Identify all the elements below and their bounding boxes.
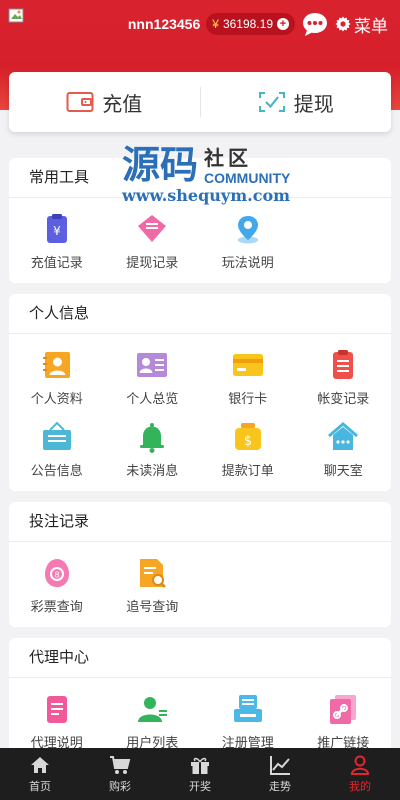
profile-item[interactable]: 个人资料 <box>9 348 105 420</box>
item-label: 聊天室 <box>323 463 363 478</box>
withdraw-button[interactable]: 提现 <box>201 87 392 117</box>
tab-label: 首页 <box>29 781 51 793</box>
tab-buy[interactable]: 购彩 <box>80 748 160 800</box>
bank-card-item[interactable]: 银行卡 <box>200 348 296 420</box>
account-changes-item[interactable]: 帐变记录 <box>296 348 392 420</box>
section-title: 常用工具 <box>9 158 391 198</box>
bottom-tab-bar: 首页 购彩 开奖 走势 我的 <box>0 748 400 800</box>
user-card-icon <box>42 352 70 378</box>
agent-document-icon <box>46 696 67 723</box>
menu-button[interactable]: 菜单 <box>335 12 388 37</box>
item-label: 银行卡 <box>228 391 268 406</box>
withdrawal-orders-item[interactable]: $ 提款订单 <box>200 420 296 492</box>
recharge-button[interactable]: 充值 <box>9 87 200 117</box>
section-title: 代理中心 <box>9 638 391 678</box>
unread-messages-item[interactable]: 未读消息 <box>105 420 201 492</box>
top-bar: nnn123456 ¥ 36198.19 + 菜单 <box>128 11 388 37</box>
menu-label: 菜单 <box>354 16 388 36</box>
item-label: 个人资料 <box>30 391 83 406</box>
record-list-icon <box>333 350 354 379</box>
username: nnn123456 <box>127 16 201 32</box>
search-document-icon <box>140 559 167 588</box>
chatroom-item[interactable]: 聊天室 <box>296 420 392 492</box>
tab-mine[interactable]: 我的 <box>320 748 400 800</box>
item-label: 充值记录 <box>30 255 83 270</box>
chase-query-item[interactable]: 追号查询 <box>105 556 201 628</box>
gift-icon <box>191 757 209 774</box>
rules-item[interactable]: 玩法说明 <box>200 212 296 284</box>
tab-label: 走势 <box>269 781 291 793</box>
item-label: 个人总览 <box>126 391 179 406</box>
chat-home-icon <box>328 422 359 450</box>
list-diamond-icon <box>138 215 167 242</box>
announcement-item[interactable]: 公告信息 <box>9 420 105 492</box>
funds-card: 充值 提现 <box>9 72 391 132</box>
bell-icon <box>140 423 165 453</box>
currency-symbol: ¥ <box>212 17 219 31</box>
section-tools: 常用工具 ¥ 充值记录 提现记录 玩法说明 <box>9 158 391 283</box>
wallet-icon <box>66 92 94 112</box>
bank-card-icon <box>232 354 263 376</box>
trend-chart-icon <box>270 756 290 775</box>
link-icon <box>330 695 357 724</box>
location-pin-icon <box>237 216 258 244</box>
user-list-icon <box>138 697 168 722</box>
overview-item[interactable]: 个人总览 <box>105 348 201 420</box>
item-label: 提现记录 <box>126 255 179 270</box>
yen-clipboard-icon: ¥ <box>46 214 67 243</box>
register-device-icon <box>233 695 262 722</box>
balance-badge[interactable]: ¥ 36198.19 + <box>206 13 295 35</box>
svg-text:8: 8 <box>54 571 59 580</box>
section-title: 个人信息 <box>9 294 391 334</box>
withdraw-label: 提现 <box>293 93 334 116</box>
item-label: 帐变记录 <box>317 391 370 406</box>
tab-draw[interactable]: 开奖 <box>160 748 240 800</box>
user-icon <box>350 755 370 775</box>
tab-label: 购彩 <box>109 781 131 793</box>
item-label: 提款订单 <box>221 463 274 478</box>
section-personal: 个人信息 个人资料 个人总览 银行卡 帐变记录 公告信息 未读消息 $ 提款订单… <box>9 294 391 491</box>
check-frame-icon <box>258 92 285 112</box>
section-title: 投注记录 <box>9 502 391 542</box>
recharge-records-item[interactable]: ¥ 充值记录 <box>9 212 105 284</box>
lottery-query-item[interactable]: 8 彩票查询 <box>9 556 105 628</box>
tab-home[interactable]: 首页 <box>0 748 80 800</box>
lottery-ticket-icon: 8 <box>44 559 69 587</box>
id-card-icon <box>137 353 168 377</box>
balance-amount: 36198.19 <box>222 17 273 31</box>
cart-icon <box>110 756 131 774</box>
tab-label: 我的 <box>349 781 371 793</box>
item-label: 追号查询 <box>126 599 179 614</box>
svg-text:$: $ <box>244 434 252 449</box>
tab-trend[interactable]: 走势 <box>240 748 320 800</box>
money-bag-icon: $ <box>234 423 261 450</box>
home-icon <box>31 757 49 773</box>
svg-text:¥: ¥ <box>53 224 61 238</box>
withdraw-records-item[interactable]: 提现记录 <box>105 212 201 284</box>
item-label: 彩票查询 <box>30 599 83 614</box>
gear-icon <box>335 16 351 32</box>
item-label: 玩法说明 <box>221 255 274 270</box>
add-funds-icon[interactable]: + <box>277 18 289 30</box>
item-label: 未读消息 <box>126 463 179 478</box>
chat-icon[interactable] <box>301 11 329 37</box>
section-bets: 投注记录 8 彩票查询 追号查询 <box>9 502 391 627</box>
recharge-label: 充值 <box>102 93 143 116</box>
notice-board-icon <box>42 421 71 450</box>
tab-label: 开奖 <box>189 781 211 793</box>
broken-image-icon <box>8 8 24 23</box>
item-label: 公告信息 <box>30 463 83 478</box>
